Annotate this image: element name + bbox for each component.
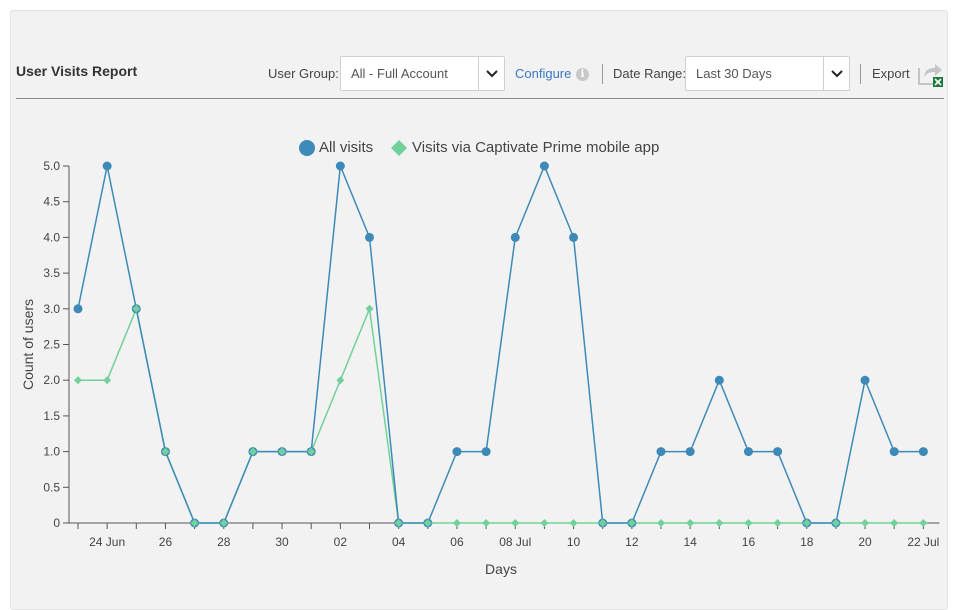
legend-all-visits-label: All visits <box>319 139 373 156</box>
mobile-visits-point <box>569 519 578 527</box>
y-tick-label: 0 <box>53 516 60 530</box>
x-axis-label: Days <box>485 561 517 577</box>
x-tick-label: 10 <box>567 535 581 549</box>
x-tick-label: 06 <box>450 535 464 549</box>
x-tick-label: 24 Jun <box>89 535 125 549</box>
visits-line-chart: All visits Visits via Captivate Prime mob… <box>20 139 939 577</box>
x-tick-label: 02 <box>334 535 348 549</box>
mobile-visits-point <box>482 519 491 527</box>
x-tick-label: 20 <box>858 535 872 549</box>
mobile-visits-point <box>890 519 899 527</box>
y-tick-label: 2.0 <box>43 373 60 387</box>
x-tick-label: 30 <box>275 535 289 549</box>
mobile-visits-point <box>657 519 665 527</box>
all-visits-point <box>773 447 783 457</box>
mobile-visits-point <box>511 519 520 527</box>
all-visits-point <box>743 447 753 457</box>
mobile-visits-point <box>365 304 374 313</box>
y-tick-label: 1.0 <box>43 445 60 459</box>
mobile-visits-point <box>452 519 461 527</box>
mobile-visits-point <box>540 519 549 527</box>
x-tick-label: 22 Jul <box>907 535 939 549</box>
x-tick-label: 18 <box>800 535 814 549</box>
x-tick-label: 16 <box>742 535 756 549</box>
y-tick-label: 2.5 <box>43 338 60 352</box>
legend-mobile-visits-marker <box>391 140 407 156</box>
y-tick-label: 3.5 <box>43 266 60 280</box>
x-tick-label: 26 <box>159 535 173 549</box>
all-visits-point <box>365 232 374 242</box>
all-visits-point <box>539 161 549 171</box>
mobile-visits-point <box>336 376 345 385</box>
mobile-visits-point <box>744 519 753 527</box>
y-tick-label: 4.5 <box>43 195 60 209</box>
all-visits-point <box>714 375 724 385</box>
all-visits-point <box>860 375 870 385</box>
mobile-visits-point <box>773 519 782 527</box>
x-tick-label: 14 <box>683 535 697 549</box>
legend-mobile-visits-label: Visits via Captivate Prime mobile app <box>412 139 659 156</box>
x-tick-label: 12 <box>625 535 639 549</box>
all-visits-point <box>510 232 520 242</box>
x-tick-label: 08 Jul <box>499 535 531 549</box>
mobile-visits-point <box>715 519 724 527</box>
x-tick-label: 28 <box>217 535 231 549</box>
mobile-visits-point <box>686 519 695 527</box>
series-line-all-visits <box>77 164 924 524</box>
all-visits-point <box>656 447 666 457</box>
all-visits-point <box>918 447 928 457</box>
y-axis-label: Count of users <box>20 299 36 390</box>
all-visits-point <box>569 232 579 242</box>
x-tick-label: 04 <box>392 535 406 549</box>
all-visits-point <box>685 447 695 457</box>
all-visits-point <box>889 447 899 457</box>
all-visits-point <box>73 304 83 314</box>
all-visits-point <box>481 447 491 457</box>
y-tick-label: 1.5 <box>43 409 60 423</box>
y-tick-label: 4.0 <box>43 230 60 244</box>
mobile-visits-point <box>74 376 82 385</box>
y-tick-label: 5.0 <box>43 159 60 173</box>
all-visits-point <box>335 161 345 171</box>
mobile-visits-point <box>919 519 928 527</box>
all-visits-point <box>102 161 112 171</box>
y-tick-label: 3.0 <box>43 302 60 316</box>
y-tick-label: 0.5 <box>43 480 60 494</box>
mobile-visits-point <box>103 376 112 385</box>
all-visits-point <box>452 447 462 457</box>
mobile-visits-point <box>861 519 870 527</box>
legend-all-visits-marker <box>299 140 315 156</box>
